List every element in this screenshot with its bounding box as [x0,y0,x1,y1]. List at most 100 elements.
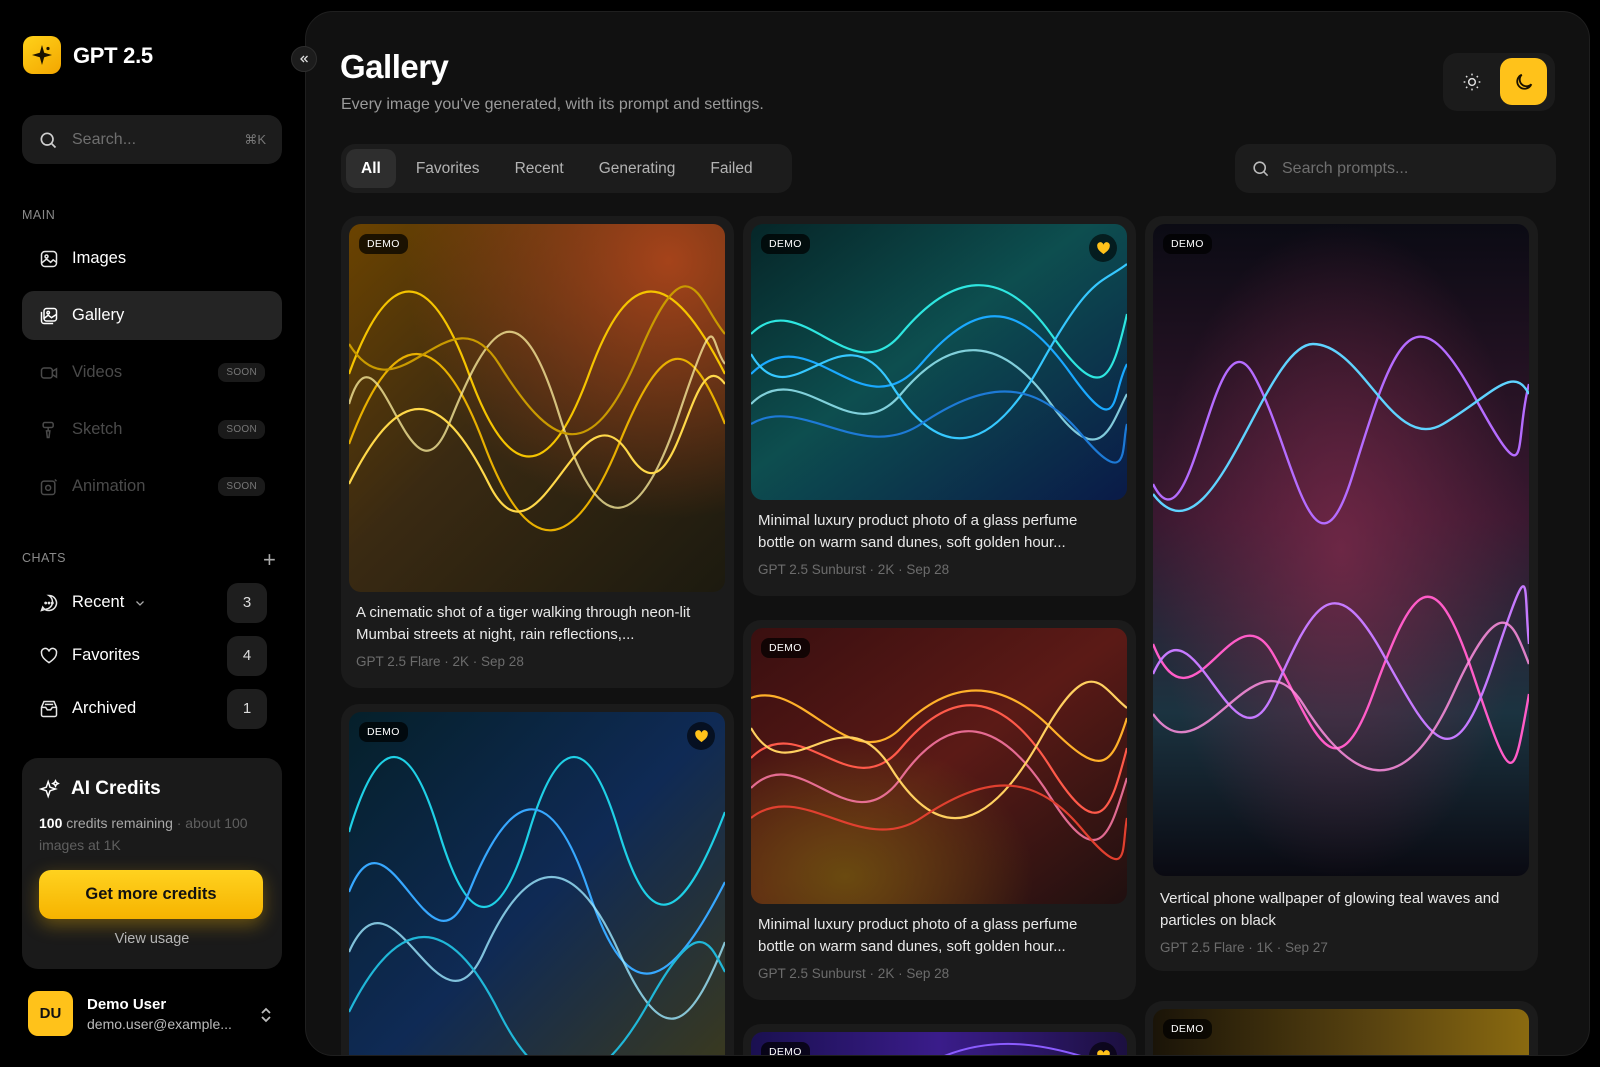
gallery-image[interactable]: DEMO [751,1032,1127,1055]
search-placeholder: Search... [72,130,137,148]
card-caption: Minimal luxury product photo of a glass … [758,512,1078,551]
credits-remaining: credits remaining [62,815,173,831]
heart-filled-icon [694,729,708,742]
sidebar-item-sketch: Sketch SOON [22,405,282,454]
gallery-image[interactable]: DEMO [1153,224,1529,876]
heart-icon [40,647,58,664]
sidebar: GPT 2.5 Search... ⌘K MAIN Images Gallery… [0,0,305,1067]
sidebar-item-label: Animation [72,477,146,495]
video-icon [40,366,58,379]
sidebar-item-animation: Animation SOON [22,462,282,511]
search-icon [1253,161,1269,177]
sun-icon [1463,73,1481,91]
dark-mode-button[interactable] [1500,58,1547,105]
prompt-search-placeholder: Search prompts... [1282,159,1409,177]
soon-badge: SOON [218,420,265,439]
main-panel: Gallery Every image you've generated, wi… [305,11,1590,1056]
chevron-down-icon[interactable] [134,597,146,609]
soon-badge: SOON [218,477,265,496]
card-meta: GPT 2.5 Sunburst · 2K · Sep 28 [758,562,950,577]
card-meta: GPT 2.5 Flare · 2K · Sep 28 [356,654,524,669]
page-title: Gallery [340,48,449,85]
theme-toggle[interactable] [1443,53,1555,111]
sidebar-search[interactable]: Search... ⌘K [22,115,282,164]
tab-generating[interactable]: Generating [584,149,691,188]
user-email: demo.user@example... [87,1015,232,1032]
gallery-image[interactable]: DEMO [751,628,1127,904]
section-label-main: MAIN [22,208,56,222]
tab-all[interactable]: All [346,149,396,188]
collapse-sidebar-button[interactable] [291,46,317,72]
credits-title: AI Credits [71,778,161,799]
tab-favorites[interactable]: Favorites [401,149,495,188]
archive-icon [40,700,58,717]
sidebar-item-videos: Videos SOON [22,348,282,397]
gallery-image[interactable]: DEMO [1153,1009,1529,1055]
gallery-image[interactable]: DEMO [349,224,725,592]
page-subtitle: Every image you've generated, with its p… [341,96,764,113]
count-badge: 4 [227,635,267,676]
tab-failed[interactable]: Failed [695,149,767,188]
chat-icon [40,594,58,612]
card-caption: Vertical phone wallpaper of glowing teal… [1160,890,1500,929]
sidebar-item-label: Recent [72,593,125,611]
gallery-card[interactable]: DEMO Minimal luxury product photo of a g… [743,216,1136,596]
heart-filled-icon [1096,241,1110,254]
gallery-card[interactable]: DEMO [341,704,734,1055]
sidebar-item-archived[interactable]: Archived 1 [22,684,282,733]
section-label-chats: CHATS [22,551,66,565]
animation-icon [40,478,58,495]
gallery-card[interactable]: DEMO Minimal luxury product photo of a g… [743,620,1136,1000]
gallery-card[interactable]: DEMO Vertical phone wallpaper of glowing… [1145,216,1538,971]
sparkles-icon [39,779,60,799]
light-mode-button[interactable] [1456,66,1488,98]
favorite-button[interactable] [687,722,715,750]
sidebar-item-label: Gallery [72,306,125,324]
filter-tabs: All Favorites Recent Generating Failed [341,144,792,193]
add-chat-button[interactable]: + [263,549,276,571]
demo-badge: DEMO [761,234,810,254]
app-name: GPT 2.5 [73,43,153,68]
gallery-image[interactable]: DEMO [751,224,1127,500]
sidebar-item-gallery[interactable]: Gallery [22,291,282,340]
sidebar-item-images[interactable]: Images [22,234,282,283]
user-name: Demo User [87,995,167,1013]
image-icon [40,250,58,267]
tab-recent[interactable]: Recent [500,149,579,188]
gallery-card[interactable]: DEMO [743,1024,1136,1055]
avatar: DU [28,991,73,1036]
prompt-search-input[interactable]: Search prompts... [1235,144,1556,193]
sidebar-item-favorites[interactable]: Favorites 4 [22,631,282,680]
heart-filled-icon [1096,1049,1110,1055]
credits-card: AI Credits 100 credits remaining · about… [22,758,282,969]
user-menu[interactable]: DU Demo User demo.user@example... [28,991,232,1036]
view-usage-link[interactable]: View usage [39,931,265,947]
gallery-icon [40,307,58,324]
gallery-image[interactable]: DEMO [349,712,725,1055]
sidebar-item-label: Sketch [72,420,123,438]
chevrons-left-icon [300,55,308,63]
sidebar-item-recent[interactable]: Recent 3 [22,578,282,627]
card-meta: GPT 2.5 Flare · 1K · Sep 27 [1160,940,1328,955]
demo-badge: DEMO [1163,1019,1212,1039]
count-badge: 1 [227,688,267,729]
get-more-credits-button[interactable]: Get more credits [39,870,263,919]
search-shortcut: ⌘K [244,131,266,147]
logo-icon [23,36,61,74]
sidebar-item-label: Favorites [72,646,140,664]
chevron-updown-icon[interactable] [258,1006,274,1024]
credits-text: 100 credits remaining · about 100 images… [39,812,265,856]
credits-amount: 100 [39,815,63,831]
card-caption: A cinematic shot of a tiger walking thro… [356,604,691,643]
count-badge: 3 [227,582,267,623]
demo-badge: DEMO [359,234,408,254]
sidebar-item-label: Videos [72,363,123,381]
gallery-card[interactable]: DEMO A cinematic shot of a tiger walking… [341,216,734,688]
favorite-button[interactable] [1089,234,1117,262]
gallery-card[interactable]: DEMO [1145,1001,1538,1055]
sidebar-item-label: Images [72,249,127,267]
brush-icon [42,421,54,438]
soon-badge: SOON [218,363,265,382]
search-icon [40,132,57,148]
demo-badge: DEMO [1163,234,1212,254]
